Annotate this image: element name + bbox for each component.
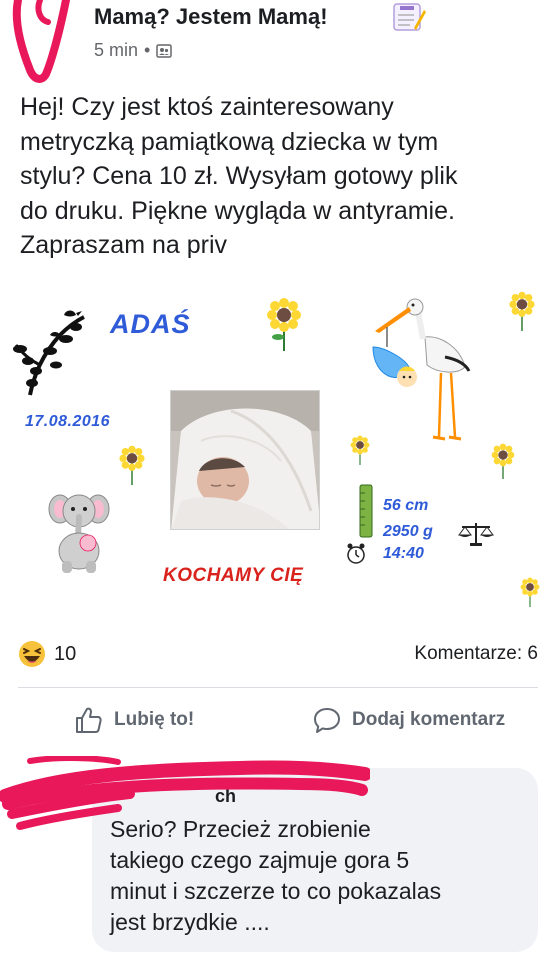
thumbs-up-icon <box>76 707 102 733</box>
flower-icon <box>491 443 515 479</box>
comments-count[interactable]: Komentarze: 6 <box>414 643 538 665</box>
comment-button[interactable]: Dodaj komentarz <box>312 705 505 735</box>
birth-time: 14:40 <box>383 545 424 562</box>
baby-name: ADAŚ <box>110 309 191 339</box>
group-icon <box>156 43 173 58</box>
divider <box>18 687 538 688</box>
baby-photo-image <box>171 391 319 529</box>
comment-icon <box>314 708 340 733</box>
ruler-icon <box>359 484 373 538</box>
flower-icon <box>119 445 145 485</box>
like-label: Lubię to! <box>114 709 195 730</box>
reactions-summary[interactable]: 10 <box>18 640 76 668</box>
reactions-count: 10 <box>54 642 77 665</box>
birth-date: 17.08.2016 <box>25 413 111 430</box>
elephant-icon <box>48 494 110 573</box>
haha-icon <box>19 641 45 667</box>
stork-icon <box>372 298 471 441</box>
alarm-clock-icon <box>347 543 365 564</box>
post-meta: 5 min • <box>94 40 173 61</box>
post-text: Hej! Czy jest ktoś zainteresowany metryc… <box>20 93 458 259</box>
flower-icon <box>520 577 540 607</box>
avatar-scribble <box>12 0 70 83</box>
flower-icon <box>267 298 301 351</box>
memo-icon <box>393 3 426 31</box>
baby-photo <box>170 390 320 530</box>
love-text: KOCHAMY CIĘ <box>163 565 304 586</box>
scale-icon <box>458 523 494 546</box>
meta-separator: • <box>144 40 151 60</box>
group-name[interactable]: Mamą? Jestem Mamą! <box>94 4 328 30</box>
redaction-scribble <box>0 756 370 830</box>
post-time[interactable]: 5 min <box>94 40 138 61</box>
like-button[interactable]: Lubię to! <box>74 705 194 735</box>
birth-card-image[interactable]: ADAŚ 17.08.2016 56 cm 2950 g 14:40 KOCHA… <box>0 285 550 625</box>
baby-length: 56 cm <box>383 497 429 514</box>
flower-icon <box>509 291 535 331</box>
post-header: Mamą? Jestem Mamą! 5 min • <box>0 0 550 83</box>
comment-label: Dodaj komentarz <box>352 709 506 730</box>
baby-weight: 2950 g <box>383 523 433 540</box>
tree-silhouette-icon <box>13 310 85 396</box>
